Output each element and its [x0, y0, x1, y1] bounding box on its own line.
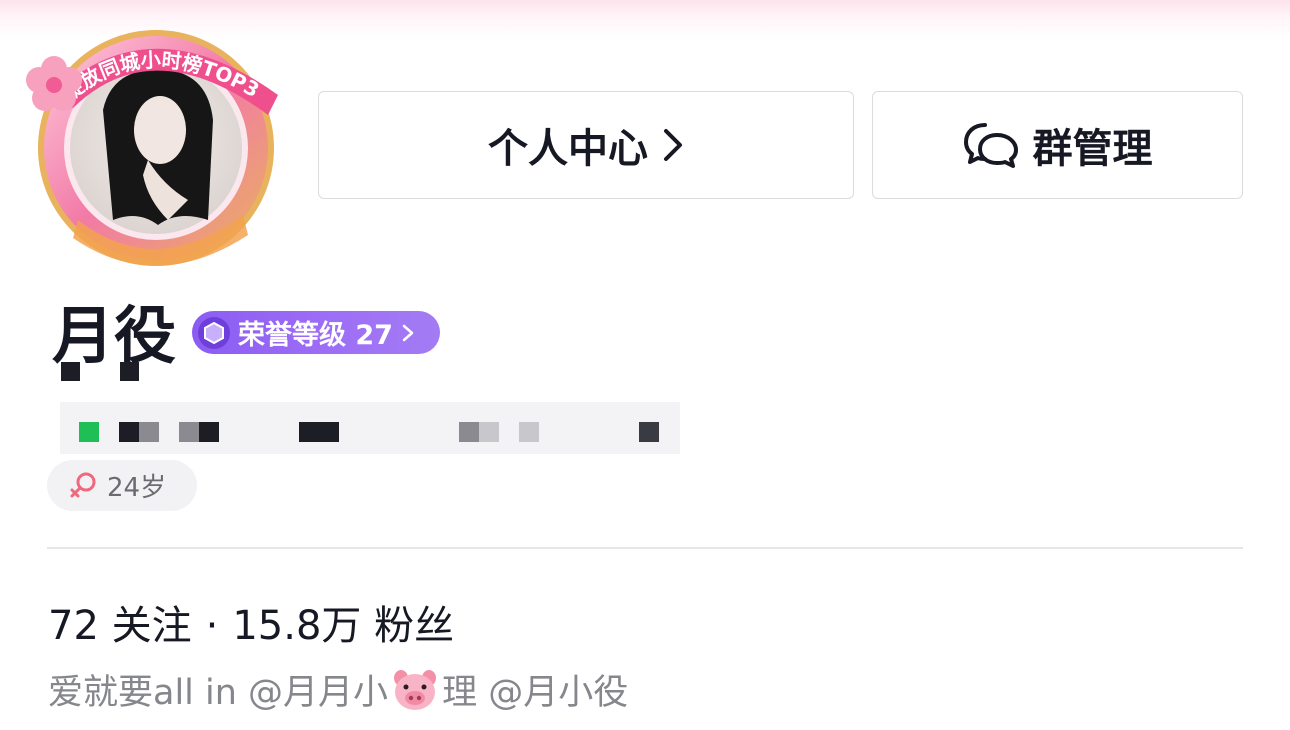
followers-count: 15.8万	[232, 603, 362, 649]
honor-level-text: 荣誉等级 27	[238, 320, 393, 351]
avatar-frame: 绽放同城小时榜TOP3	[26, 30, 278, 266]
following-stat[interactable]: 72 关注	[48, 593, 192, 651]
age-text: 24岁	[107, 473, 167, 503]
group-management-button[interactable]: 群管理	[872, 91, 1243, 199]
followers-stat[interactable]: 15.8万 粉丝	[232, 593, 454, 651]
name-mosaic	[61, 362, 80, 381]
female-icon	[70, 472, 96, 497]
personal-center-button[interactable]: 个人中心	[318, 91, 854, 199]
stats-row: 72 关注 · 15.8万 粉丝	[48, 593, 454, 651]
bio-text-part2: 理 @月小役	[442, 673, 629, 713]
stats-separator: ·	[205, 603, 219, 649]
divider	[47, 547, 1243, 549]
following-count: 72	[48, 603, 99, 649]
following-label: 关注	[111, 603, 192, 649]
avatar[interactable]: 绽放同城小时榜TOP3	[18, 10, 290, 272]
group-management-label: 群管理	[1032, 126, 1153, 172]
name-mosaic	[120, 362, 139, 381]
age-tag: 24岁	[47, 460, 197, 511]
redacted-info	[60, 402, 680, 454]
chevron-right-icon	[402, 324, 414, 341]
chevron-right-icon	[664, 129, 682, 161]
personal-center-label: 个人中心	[488, 126, 648, 172]
pig-face-emoji	[394, 669, 437, 710]
bio-text-part1: 爱就要all in @月月小	[48, 673, 389, 713]
bio: 爱就要all in @月月小 理 @月小役	[48, 664, 628, 715]
followers-label: 粉丝	[374, 603, 455, 649]
honor-level-badge[interactable]: 荣誉等级 27	[192, 311, 440, 354]
hexagon-icon	[198, 316, 230, 349]
chat-bubbles-icon	[963, 123, 1018, 168]
